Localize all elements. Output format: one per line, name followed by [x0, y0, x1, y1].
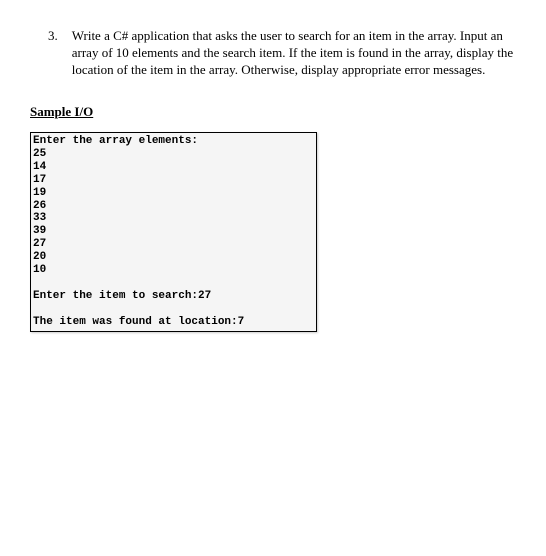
- console-line: 27: [33, 238, 46, 250]
- question-text: Write a C# application that asks the use…: [72, 28, 516, 79]
- console-output-box: Enter the array elements: 25 14 17 19 26…: [30, 132, 317, 333]
- question-block: 3. Write a C# application that asks the …: [30, 28, 516, 79]
- document-page: 3. Write a C# application that asks the …: [0, 0, 546, 332]
- console-line: 19: [33, 187, 46, 199]
- console-line: 14: [33, 161, 46, 173]
- console-line: 39: [33, 225, 46, 237]
- question-number: 3.: [48, 28, 58, 79]
- console-line: 26: [33, 200, 46, 212]
- sample-io-heading: Sample I/O: [30, 104, 516, 120]
- console-line: Enter the item to search:27: [33, 290, 211, 302]
- console-line: 20: [33, 251, 46, 263]
- console-line: 33: [33, 212, 46, 224]
- console-text: Enter the array elements: 25 14 17 19 26…: [31, 133, 316, 332]
- console-line: Enter the array elements:: [33, 135, 198, 147]
- console-line: 25: [33, 148, 46, 160]
- console-line: The item was found at location:7: [33, 316, 244, 328]
- console-line: 17: [33, 174, 46, 186]
- console-line: 10: [33, 264, 46, 276]
